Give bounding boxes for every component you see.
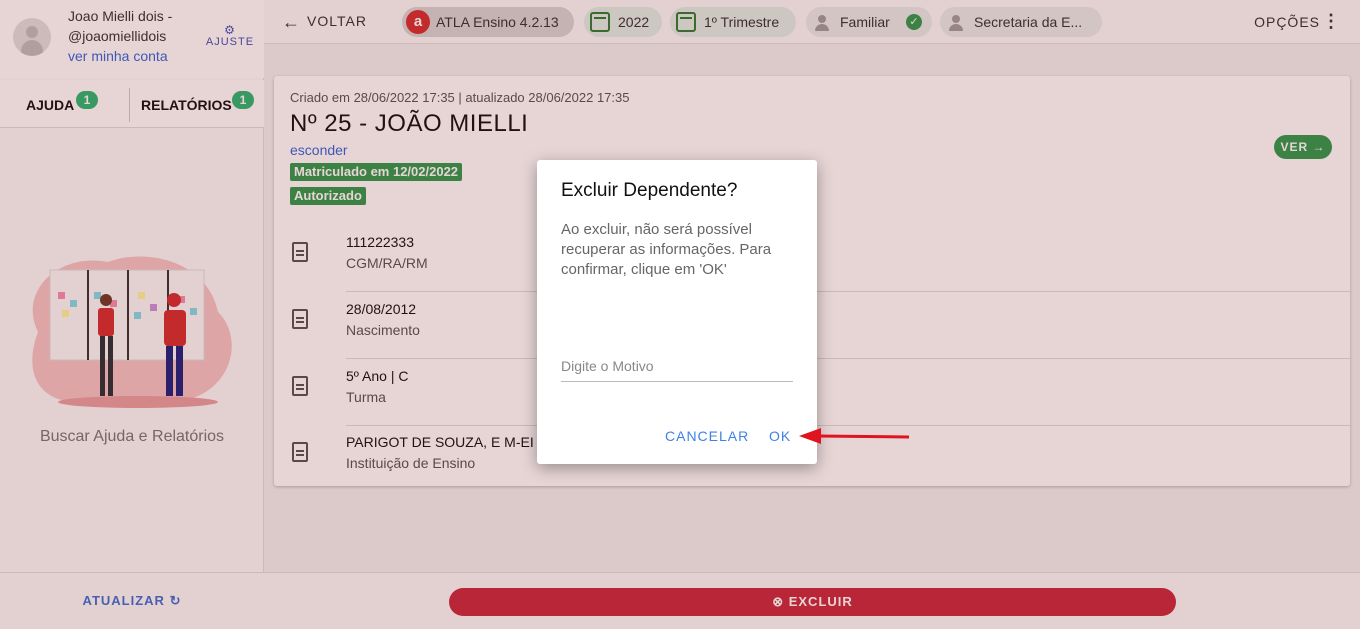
dialog-message: Ao excluir, não será possível recuperar …: [561, 221, 772, 278]
delete-dialog: Excluir Dependente? Ao excluir, não será…: [537, 160, 817, 464]
reason-input[interactable]: [561, 350, 793, 382]
ok-button[interactable]: OK: [769, 428, 791, 444]
cancel-button[interactable]: CANCELAR: [665, 428, 749, 444]
annotation-arrow-icon: [799, 428, 910, 444]
dialog-title: Excluir Dependente?: [561, 180, 738, 201]
